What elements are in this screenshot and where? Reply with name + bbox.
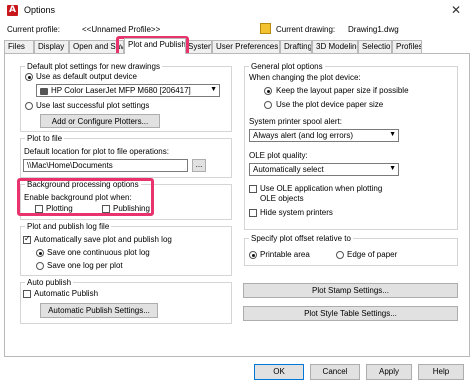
use-default-output-radio[interactable] [25, 73, 33, 81]
use-last-plot-label: Use last successful plot settings [36, 101, 150, 110]
help-button[interactable]: Help [418, 364, 464, 380]
tab-strip: Files Display Open and Save Plot and Pub… [4, 38, 470, 54]
output-device-select[interactable]: HP Color LaserJet MFP M680 [206417] ▼ [36, 84, 220, 97]
automatic-publish-settings-button[interactable]: Automatic Publish Settings... [40, 303, 158, 318]
plot-style-table-settings-button[interactable]: Plot Style Table Settings... [243, 306, 458, 321]
one-log-per-plot-radio[interactable] [36, 262, 44, 270]
keep-layout-paper-label: Keep the layout paper size if possible [276, 86, 409, 95]
ole-quality-value: Automatically select [253, 165, 324, 174]
printer-icon [40, 88, 48, 95]
plot-to-file-title: Plot to file [27, 134, 63, 143]
use-default-output-label: Use as default output device [36, 72, 137, 81]
browse-button[interactable]: ... [192, 159, 206, 172]
background-highlight [17, 178, 154, 216]
tab-files[interactable]: Files [4, 40, 34, 53]
one-continuous-log-label: Save one continuous plot log [47, 248, 150, 257]
general-plot-options-title: General plot options [251, 62, 323, 71]
keep-layout-paper-radio[interactable] [264, 87, 272, 95]
current-profile-value: <<Unnamed Profile>> [82, 25, 161, 34]
close-icon[interactable]: ✕ [451, 3, 461, 17]
plot-offset-title: Specify plot offset relative to [251, 234, 351, 243]
hide-system-printers-label: Hide system printers [260, 208, 333, 217]
tab-system[interactable]: System [186, 40, 212, 53]
printable-area-radio[interactable] [249, 251, 257, 259]
default-location-input[interactable]: \\Mac\Home\Documents [23, 159, 188, 172]
chevron-down-icon: ▼ [389, 131, 396, 138]
drawing-icon [260, 23, 271, 34]
auto-publish-title: Auto publish [27, 278, 72, 287]
edge-of-paper-radio[interactable] [336, 251, 344, 259]
automatic-publish-checkbox[interactable] [23, 290, 31, 298]
current-drawing-label: Current drawing: [276, 25, 336, 34]
output-device-value: HP Color LaserJet MFP M680 [206417] [51, 86, 191, 95]
auto-save-log-checkbox[interactable] [23, 234, 31, 244]
edge-of-paper-label: Edge of paper [347, 250, 398, 259]
one-continuous-log-radio[interactable] [36, 249, 44, 257]
ole-quality-select[interactable]: Automatically select ▼ [249, 163, 399, 176]
tab-user-preferences[interactable]: User Preferences [212, 40, 280, 53]
hide-system-printers-checkbox[interactable] [249, 209, 257, 217]
cancel-button[interactable]: Cancel [310, 364, 360, 380]
use-last-plot-radio[interactable] [25, 102, 33, 110]
use-device-paper-radio[interactable] [264, 101, 272, 109]
current-profile-label: Current profile: [7, 25, 60, 34]
one-log-per-plot-label: Save one log per plot [47, 261, 123, 270]
apply-button[interactable]: Apply [366, 364, 412, 380]
autocad-app-icon: A [7, 5, 18, 16]
add-configure-plotters-button[interactable]: Add or Configure Plotters... [40, 114, 160, 128]
default-location-value: \\Mac\Home\Documents [27, 161, 113, 170]
window-title: Options [24, 5, 56, 15]
chevron-down-icon: ▼ [210, 86, 217, 93]
ole-quality-label: OLE plot quality: [249, 151, 308, 160]
tab-3d-modeling[interactable]: 3D Modeling [312, 40, 358, 53]
default-plot-settings-title: Default plot settings for new drawings [27, 62, 160, 71]
auto-save-log-label: Automatically save plot and publish log [34, 235, 172, 244]
tab-selection[interactable]: Selection [358, 40, 392, 53]
title-bar: A Options ✕ [0, 0, 474, 22]
default-location-label: Default location for plot to file operat… [24, 147, 169, 156]
tab-profiles[interactable]: Profiles [392, 40, 422, 53]
spool-alert-label: System printer spool alert: [249, 117, 342, 126]
spool-alert-value: Always alert (and log errors) [253, 131, 354, 140]
use-ole-app-label: Use OLE application when plotting OLE ob… [260, 184, 383, 203]
tab-drafting[interactable]: Drafting [280, 40, 312, 53]
tab-display[interactable]: Display [34, 40, 69, 53]
tab-plot-and-publish[interactable]: Plot and Publish [124, 38, 186, 54]
printable-area-label: Printable area [260, 250, 310, 259]
changing-device-label: When changing the plot device: [249, 73, 361, 82]
use-ole-app-checkbox[interactable] [249, 185, 257, 193]
plot-log-title: Plot and publish log file [27, 222, 110, 231]
automatic-publish-label: Automatic Publish [34, 289, 99, 298]
chevron-down-icon: ▼ [389, 165, 396, 172]
current-drawing-value: Drawing1.dwg [348, 25, 399, 34]
ok-button[interactable]: OK [254, 364, 304, 380]
spool-alert-select[interactable]: Always alert (and log errors) ▼ [249, 129, 399, 142]
use-device-paper-label: Use the plot device paper size [276, 100, 384, 109]
plot-stamp-settings-button[interactable]: Plot Stamp Settings... [243, 283, 458, 298]
